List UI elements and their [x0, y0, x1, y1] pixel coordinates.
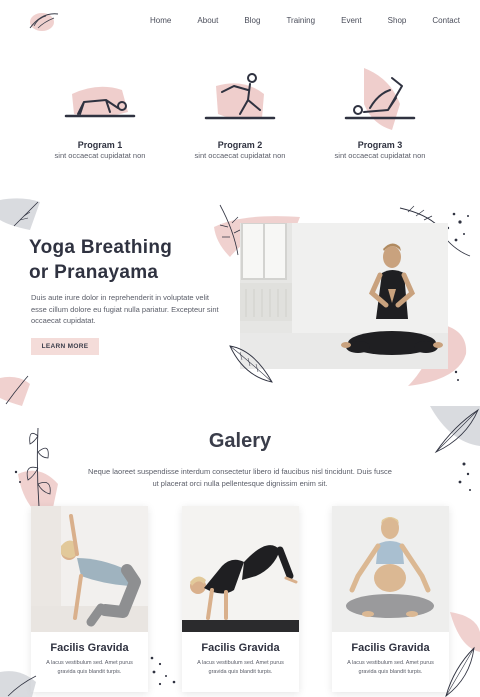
program-title: Program 3 [357, 140, 403, 150]
nav-blog[interactable]: Blog [244, 16, 260, 25]
reclined-leg-raise-icon [330, 64, 430, 136]
program-subtitle: sint occaecat cupidatat non [54, 151, 146, 160]
dots-decoration-icon [150, 656, 176, 686]
nav-about[interactable]: About [197, 16, 218, 25]
nav-home[interactable]: Home [150, 16, 171, 25]
card-title: Facilis Gravida [201, 642, 280, 654]
program-subtitle: sint occaecat cupidatat non [194, 151, 286, 160]
leaf-decoration-icon [0, 198, 40, 230]
bridge-pose-icon [50, 64, 150, 136]
galery-intro-text: Neque laoreet suspendisse interdum conse… [88, 467, 392, 488]
logo[interactable] [24, 6, 64, 38]
program-card-1[interactable]: Program 1 sint occaecat cupidatat non [30, 64, 170, 160]
program-card-3[interactable]: Program 3 sint occaecat cupidatat non [310, 64, 450, 160]
card-text: A lacus vestibulum sed. Amet purus gravi… [347, 660, 434, 675]
program-card-2[interactable]: Program 2 sint occaecat cupidatat non [170, 64, 310, 160]
galery-card-2[interactable]: Facilis Gravida A lacus vestibulum sed. … [182, 506, 299, 692]
nav-shop[interactable]: Shop [388, 16, 407, 25]
section-body-text: Duis aute irure dolor in reprehenderit i… [31, 293, 219, 325]
section-title: Yoga Breathing or Pranayama [29, 237, 173, 283]
yoga-pose-photo [182, 506, 299, 632]
meditation-photo [240, 223, 448, 369]
card-title: Facilis Gravida [50, 642, 129, 654]
program-subtitle: sint occaecat cupidatat non [334, 151, 426, 160]
nav-event[interactable]: Event [341, 16, 361, 25]
galery-title: Galery [208, 430, 272, 452]
galery-card-1[interactable]: Facilis Gravida A lacus vestibulum sed. … [31, 506, 148, 692]
seated-stretch-icon [190, 64, 290, 136]
nav-contact[interactable]: Contact [432, 16, 460, 25]
program-title: Program 2 [217, 140, 263, 150]
card-title: Facilis Gravida [351, 642, 430, 654]
yoga-pose-photo [31, 506, 148, 632]
card-text: A lacus vestibulum sed. Amet purus gravi… [46, 660, 133, 675]
learn-more-button[interactable]: LEARN MORE [31, 338, 99, 355]
galery-card-3[interactable]: Facilis Gravida A lacus vestibulum sed. … [332, 506, 449, 692]
main-nav: Home About Blog Training Event Shop Cont… [150, 16, 460, 25]
card-text: A lacus vestibulum sed. Amet purus gravi… [197, 660, 284, 675]
program-title: Program 1 [77, 140, 123, 150]
nav-training[interactable]: Training [286, 16, 315, 25]
yoga-pose-photo [332, 506, 449, 632]
leaf-decoration-icon [0, 375, 30, 406]
